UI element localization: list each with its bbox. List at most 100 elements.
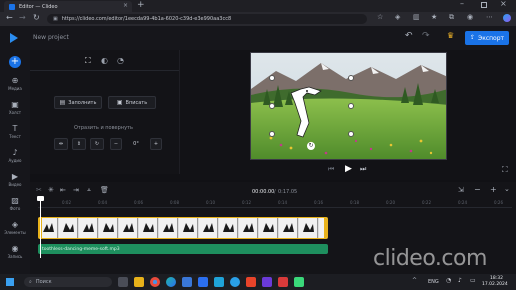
zoom-out-icon[interactable]: − (474, 186, 481, 194)
chrome-icon[interactable] (150, 277, 160, 287)
browser-tab[interactable]: Editor — Clideo × (4, 1, 132, 12)
sidebar-item-video[interactable]: ▶ Видео (0, 172, 30, 187)
close-window-icon[interactable]: × (500, 0, 507, 8)
play-button[interactable]: ▶ (345, 165, 352, 174)
angle-increase-button[interactable]: + (150, 138, 162, 150)
crop-icon[interactable]: ⛶ (85, 57, 91, 65)
angle-input[interactable]: 0° (124, 138, 148, 150)
forward-arrow-icon[interactable]: → (19, 14, 26, 22)
resize-handle-top-right[interactable] (348, 75, 354, 81)
delete-icon[interactable]: 🗑 (100, 187, 109, 194)
split-icon[interactable]: ✳ (48, 187, 54, 194)
sidebar-item-record[interactable]: ◉ Запись (0, 244, 30, 259)
audio-icon: ♪ (12, 148, 18, 157)
bookmark-star-icon[interactable]: ☆ (377, 14, 383, 21)
photo-icon: ▨ (11, 196, 19, 205)
canvas-icon: ▣ (11, 100, 19, 109)
browser-icon[interactable] (278, 277, 288, 287)
playhead-marker-icon[interactable] (37, 196, 44, 201)
trim-icon[interactable]: ⩡ (87, 187, 91, 194)
align-left-icon[interactable]: ⇤ (60, 187, 66, 194)
clip-trim-handle-right[interactable] (324, 218, 327, 238)
battery-icon[interactable]: ▭ (470, 278, 476, 284)
resize-handle-bottom-left[interactable] (269, 131, 275, 137)
align-right-icon[interactable]: ⇥ (73, 187, 79, 194)
file-explorer-icon[interactable] (134, 277, 144, 287)
project-name[interactable]: New project (33, 34, 69, 41)
playhead[interactable] (40, 198, 41, 258)
more-menu-icon[interactable]: ⋯ (486, 14, 493, 21)
time-separator: / (274, 189, 276, 195)
clideo-logo-icon[interactable] (10, 33, 18, 43)
edge-icon[interactable] (166, 277, 176, 287)
sidebar-item-audio[interactable]: ♪ Аудио (0, 148, 30, 163)
resize-handle-top-left[interactable] (269, 75, 275, 81)
sidebar-item-text[interactable]: T Текст (0, 124, 30, 139)
favorites-icon[interactable]: ★ (431, 14, 437, 21)
flip-vertical-button[interactable]: ⇕ (72, 138, 86, 150)
clock-date[interactable]: 17.02.2024 (482, 282, 508, 287)
mail-icon[interactable] (198, 277, 208, 287)
app-icon[interactable] (262, 277, 272, 287)
copilot-icon[interactable] (503, 14, 511, 22)
new-tab-icon[interactable]: + (137, 1, 145, 10)
extensions-icon[interactable]: ◈ (395, 14, 400, 21)
redo-icon[interactable]: ↷ (422, 32, 430, 41)
fit-button[interactable]: ▣ Вписать (108, 96, 156, 109)
split-screen-icon[interactable]: ▥ (413, 14, 420, 21)
fullscreen-icon[interactable]: ⛶ (502, 166, 508, 174)
add-media-button[interactable]: + (9, 56, 21, 68)
time-ruler[interactable]: 0:02 0:04 0:06 0:08 0:10 0:12 0:14 0:16 … (38, 200, 512, 208)
skip-back-icon[interactable]: ⏮ (328, 166, 334, 173)
export-button[interactable]: ⇪ Экспорт (465, 31, 509, 45)
scissors-icon[interactable]: ✂ (36, 187, 42, 194)
search-icon: ⌕ (29, 278, 32, 285)
audio-track[interactable]: toothless-dancing-meme-soft.mp3 (38, 244, 328, 254)
minimize-window-icon[interactable]: – (460, 0, 464, 8)
language-indicator[interactable]: ENG (428, 279, 439, 285)
zoom-in-icon[interactable]: + (490, 186, 497, 194)
maximize-window-icon[interactable] (481, 2, 487, 8)
fill-button[interactable]: ▤ Заполнить (54, 96, 102, 109)
rotate-handle-icon[interactable]: ↻ (307, 142, 315, 150)
sidebar-item-label: Холст (8, 110, 22, 115)
adjust-icon[interactable]: ◐ (101, 57, 108, 65)
angle-decrease-button[interactable]: − (110, 138, 122, 150)
reload-icon[interactable]: ↻ (33, 14, 40, 22)
wifi-icon[interactable]: ◔ (446, 278, 451, 284)
flip-horizontal-button[interactable]: ⇹ (54, 138, 68, 150)
video-clip[interactable] (38, 217, 328, 239)
back-arrow-icon[interactable]: ← (6, 14, 13, 22)
close-tab-icon[interactable]: × (123, 3, 128, 9)
sidebar-item-canvas[interactable]: ▣ Холст (0, 100, 30, 115)
volume-icon[interactable]: ♪ (458, 278, 462, 284)
rotate-button[interactable]: ↻ (90, 138, 104, 150)
profile-icon[interactable]: ◉ (467, 14, 473, 21)
speed-icon[interactable]: ◔ (117, 57, 124, 65)
collections-icon[interactable]: ⧉ (449, 14, 454, 21)
task-view-icon[interactable] (118, 277, 128, 287)
clock-time[interactable]: 18:32 (490, 276, 503, 281)
store-icon[interactable] (182, 277, 192, 287)
url-field[interactable]: ▣ https://clideo.com/editor/1eecda99-4b1… (47, 14, 367, 24)
skip-forward-icon[interactable]: ⏭ (360, 166, 366, 173)
taskbar-search[interactable]: ⌕ Поиск (24, 277, 112, 287)
undo-icon[interactable]: ↶ (405, 32, 413, 41)
fit-timeline-icon[interactable]: ⇲ (458, 187, 464, 194)
resize-handle-bottom-right[interactable] (348, 131, 354, 137)
resize-handle-left[interactable] (269, 103, 275, 109)
sidebar-item-media[interactable]: ⊕ Медиа (0, 76, 30, 91)
app-icon-2[interactable] (294, 277, 304, 287)
media-player-icon[interactable] (246, 277, 256, 287)
telegram-icon[interactable] (230, 277, 240, 287)
resize-handle-right[interactable] (348, 103, 354, 109)
collapse-timeline-icon[interactable]: ⌄ (504, 186, 510, 193)
sidebar-item-photo[interactable]: ▨ Фото (0, 196, 30, 211)
sidebar-item-label: Видео (8, 182, 22, 187)
crown-premium-icon[interactable]: ♛ (447, 32, 454, 40)
video-preview[interactable]: ↻ (250, 52, 447, 160)
tray-chevron-icon[interactable]: ^ (412, 278, 417, 284)
windows-start-icon[interactable] (6, 278, 14, 286)
photos-icon[interactable] (214, 277, 224, 287)
sidebar-item-elements[interactable]: ◈ Элементы (0, 220, 30, 235)
